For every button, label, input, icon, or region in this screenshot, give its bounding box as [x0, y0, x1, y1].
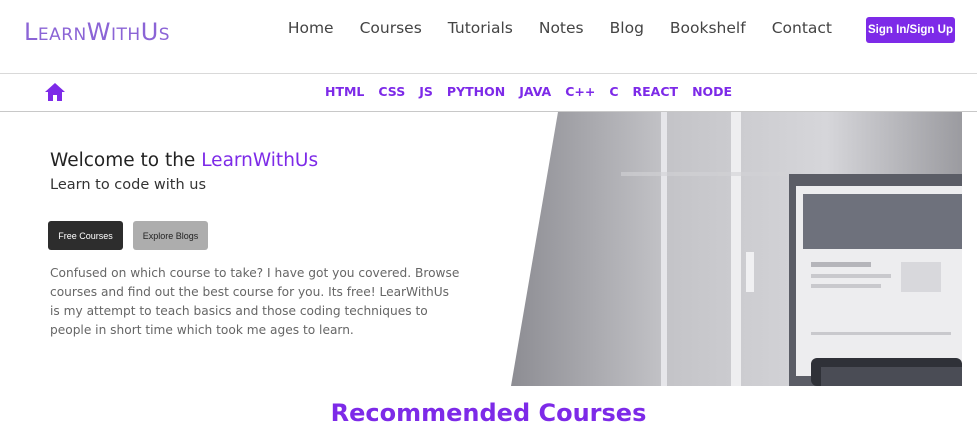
main-nav: Home Courses Tutorials Notes Blog Booksh…: [275, 19, 845, 37]
top-navbar: LEARNWITHUS Home Courses Tutorials Notes…: [0, 0, 977, 74]
brand-letter: W: [86, 18, 112, 46]
lang-node[interactable]: NODE: [685, 84, 739, 99]
nav-home[interactable]: Home: [275, 19, 347, 37]
brand-letters: EARN: [37, 25, 87, 45]
hero-description: Confused on which course to take? I have…: [50, 266, 460, 337]
free-courses-button[interactable]: Free Courses: [48, 221, 123, 250]
lang-python[interactable]: PYTHON: [440, 84, 512, 99]
nav-tutorials[interactable]: Tutorials: [435, 19, 526, 37]
home-icon[interactable]: [44, 82, 66, 102]
signin-button[interactable]: Sign In/Sign Up: [866, 17, 955, 43]
brand-letter: L: [24, 18, 38, 46]
brand-logo[interactable]: LEARNWITHUS: [24, 18, 170, 46]
explore-blogs-button[interactable]: Explore Blogs: [133, 221, 208, 250]
language-navbar: HTML CSS JS PYTHON JAVA C++ C REACT NODE: [0, 74, 977, 112]
lang-react[interactable]: REACT: [626, 84, 686, 99]
hero-title: Welcome to the LearnWithUs: [50, 150, 470, 171]
hero-subtitle: Learn to code with us: [50, 177, 206, 193]
brand-letters: S: [158, 25, 171, 45]
lang-cpp[interactable]: C++: [558, 84, 602, 99]
nav-bookshelf[interactable]: Bookshelf: [657, 19, 759, 37]
lang-html[interactable]: HTML: [318, 84, 371, 99]
brand-letters: ITH: [111, 25, 141, 45]
brand-letter: U: [140, 18, 159, 46]
lang-css[interactable]: CSS: [371, 84, 412, 99]
hero-image: [511, 112, 962, 386]
hero-title-accent: LearnWithUs: [201, 150, 319, 171]
hero-section: Welcome to the LearnWithUs Learn to code…: [50, 150, 470, 193]
recommended-courses-heading: Recommended Courses: [330, 399, 647, 427]
nav-courses[interactable]: Courses: [347, 19, 435, 37]
lang-java[interactable]: JAVA: [512, 84, 558, 99]
lang-js[interactable]: JS: [412, 84, 440, 99]
language-links: HTML CSS JS PYTHON JAVA C++ C REACT NODE: [318, 84, 739, 99]
nav-contact[interactable]: Contact: [759, 19, 845, 37]
hero-title-prefix: Welcome to the: [50, 150, 202, 171]
nav-notes[interactable]: Notes: [526, 19, 597, 37]
nav-blog[interactable]: Blog: [597, 19, 657, 37]
lang-c[interactable]: C: [602, 84, 625, 99]
